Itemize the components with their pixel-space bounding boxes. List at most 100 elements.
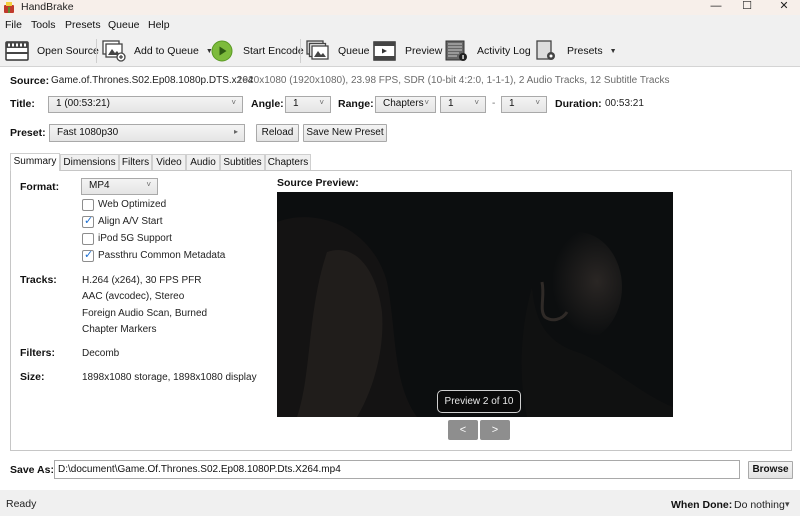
tab-dimensions[interactable]: Dimensions <box>60 154 119 170</box>
presets-button[interactable]: Presets ▼ <box>535 39 617 63</box>
save-as-path-input[interactable]: D:\document\Game.Of.Thrones.S02.Ep08.108… <box>54 460 740 479</box>
close-button[interactable]: ✕ <box>774 0 794 14</box>
queue-icon <box>306 40 329 60</box>
window-title: HandBrake <box>21 1 74 13</box>
preset-label: Preset: <box>10 127 46 139</box>
start-encode-button[interactable]: Start Encode <box>211 39 304 63</box>
maximize-button[interactable]: ☐ <box>737 0 757 14</box>
angle-select-value: 1 <box>293 98 299 109</box>
preview-frame-image <box>277 192 673 417</box>
source-info: 1920x1080 (1920x1080), 23.98 FPS, SDR (1… <box>237 75 670 86</box>
chevron-down-icon: ˅ <box>474 98 479 107</box>
checkmark-icon: ✓ <box>84 249 94 261</box>
menu-presets[interactable]: Presets <box>65 19 101 31</box>
title-select-value: 1 (00:53:21) <box>56 98 110 109</box>
filters-value: Decomb <box>82 348 120 359</box>
format-value: MP4 <box>89 180 110 191</box>
tab-filters[interactable]: Filters <box>119 154 152 170</box>
angle-select[interactable]: 1 ˅ <box>285 96 331 113</box>
presets-gear-icon <box>536 40 555 60</box>
when-done-select[interactable]: Do nothing <box>734 499 785 511</box>
source-preview-label: Source Preview: <box>277 177 359 189</box>
title-label: Title: <box>10 98 35 110</box>
tracks-label: Tracks: <box>20 274 57 286</box>
chevron-down-icon: ˅ <box>424 98 429 107</box>
start-encode-label: Start Encode <box>243 45 304 57</box>
range-separator: - <box>492 98 496 109</box>
angle-label: Angle: <box>251 98 284 110</box>
source-label: Source: <box>10 75 50 87</box>
passthru-metadata-checkbox[interactable]: ✓ <box>82 249 94 262</box>
queue-button[interactable]: Queue <box>306 39 370 63</box>
activity-log-label: Activity Log <box>477 45 531 57</box>
preview-counter-badge: Preview 2 of 10 <box>437 390 521 413</box>
duration-value: 00:53:21 <box>605 98 644 109</box>
presets-dropdown-icon[interactable]: ▼ <box>610 48 617 55</box>
range-end-value: 1 <box>509 98 515 109</box>
chevron-down-icon: ˅ <box>146 180 151 189</box>
track-item: H.264 (x264), 30 FPS PFR <box>82 275 202 286</box>
range-start-select[interactable]: 1 ˅ <box>440 96 486 113</box>
film-preview-icon <box>373 41 396 61</box>
range-type-select[interactable]: Chapters ˅ <box>375 96 436 113</box>
menu-bar: File Tools Presets Queue Help <box>0 15 800 35</box>
chevron-down-icon: ˅ <box>535 98 540 107</box>
track-item: AAC (avcodec), Stereo <box>82 291 185 302</box>
status-text: Ready <box>6 498 37 510</box>
track-item: Foreign Audio Scan, Burned <box>82 308 208 319</box>
tab-video[interactable]: Video <box>152 154 186 170</box>
add-to-queue-button[interactable]: Add to Queue ▼ <box>102 39 213 63</box>
range-label: Range: <box>338 98 374 110</box>
save-new-preset-button[interactable]: Save New Preset <box>303 124 387 142</box>
activity-log-button[interactable]: Activity Log <box>445 39 531 63</box>
menu-queue[interactable]: Queue <box>108 19 140 31</box>
checkmark-icon: ✓ <box>84 215 94 227</box>
when-done-label: When Done: <box>671 499 733 511</box>
menu-tools[interactable]: Tools <box>31 19 56 31</box>
format-select[interactable]: MP4 ˅ <box>81 178 158 195</box>
browse-button[interactable]: Browse <box>748 461 793 479</box>
handbrake-logo-icon <box>4 2 14 13</box>
status-bar: Ready When Done: Do nothing ▾ <box>0 490 800 516</box>
save-as-label: Save As: <box>10 464 54 476</box>
ipod-5g-support-label: iPod 5G Support <box>98 233 172 244</box>
range-end-select[interactable]: 1 ˅ <box>501 96 547 113</box>
chevron-right-icon: ▸ <box>233 127 238 136</box>
tab-chapters[interactable]: Chapters <box>265 154 311 170</box>
chevron-down-icon: ˅ <box>231 98 236 107</box>
tab-summary[interactable]: Summary <box>10 153 60 171</box>
range-start-value: 1 <box>448 98 454 109</box>
filters-label: Filters: <box>20 347 56 359</box>
track-item: Chapter Markers <box>82 324 157 335</box>
presets-label: Presets <box>567 45 603 57</box>
preview-next-button[interactable]: > <box>480 420 510 440</box>
minimize-button[interactable]: — <box>706 0 726 14</box>
preview-previous-button[interactable]: < <box>448 420 478 440</box>
tab-audio[interactable]: Audio <box>186 154 220 170</box>
web-optimized-checkbox[interactable] <box>82 199 94 211</box>
menu-file[interactable]: File <box>5 19 22 31</box>
menu-help[interactable]: Help <box>148 19 170 31</box>
preview-button[interactable]: Preview <box>373 39 442 63</box>
open-source-button[interactable]: Open Source <box>5 39 99 63</box>
toolbar: Open Source Add to Queue ▼ Start Encode … <box>0 35 800 67</box>
size-label: Size: <box>20 371 45 383</box>
align-av-start-label: Align A/V Start <box>98 216 163 227</box>
queue-label: Queue <box>338 45 370 57</box>
format-label: Format: <box>20 181 60 193</box>
preset-value: Fast 1080p30 <box>57 127 119 138</box>
range-type-value: Chapters <box>383 98 424 109</box>
source-preview-image <box>277 192 673 417</box>
source-name: Game.of.Thrones.S02.Ep08.1080p.DTS.x264 <box>51 75 254 86</box>
play-icon <box>211 40 233 62</box>
reload-button[interactable]: Reload <box>256 124 299 142</box>
passthru-metadata-label: Passthru Common Metadata <box>98 250 226 261</box>
title-select[interactable]: 1 (00:53:21) ˅ <box>48 96 243 113</box>
chevron-down-icon: ˅ <box>319 98 324 107</box>
preset-select[interactable]: Fast 1080p30 ▸ <box>49 124 245 142</box>
when-done-dropdown-icon[interactable]: ▾ <box>785 499 790 510</box>
align-av-start-checkbox[interactable]: ✓ <box>82 215 94 228</box>
tab-subtitles[interactable]: Subtitles <box>220 154 265 170</box>
preview-label: Preview <box>405 45 443 57</box>
ipod-5g-support-checkbox[interactable] <box>82 233 94 245</box>
